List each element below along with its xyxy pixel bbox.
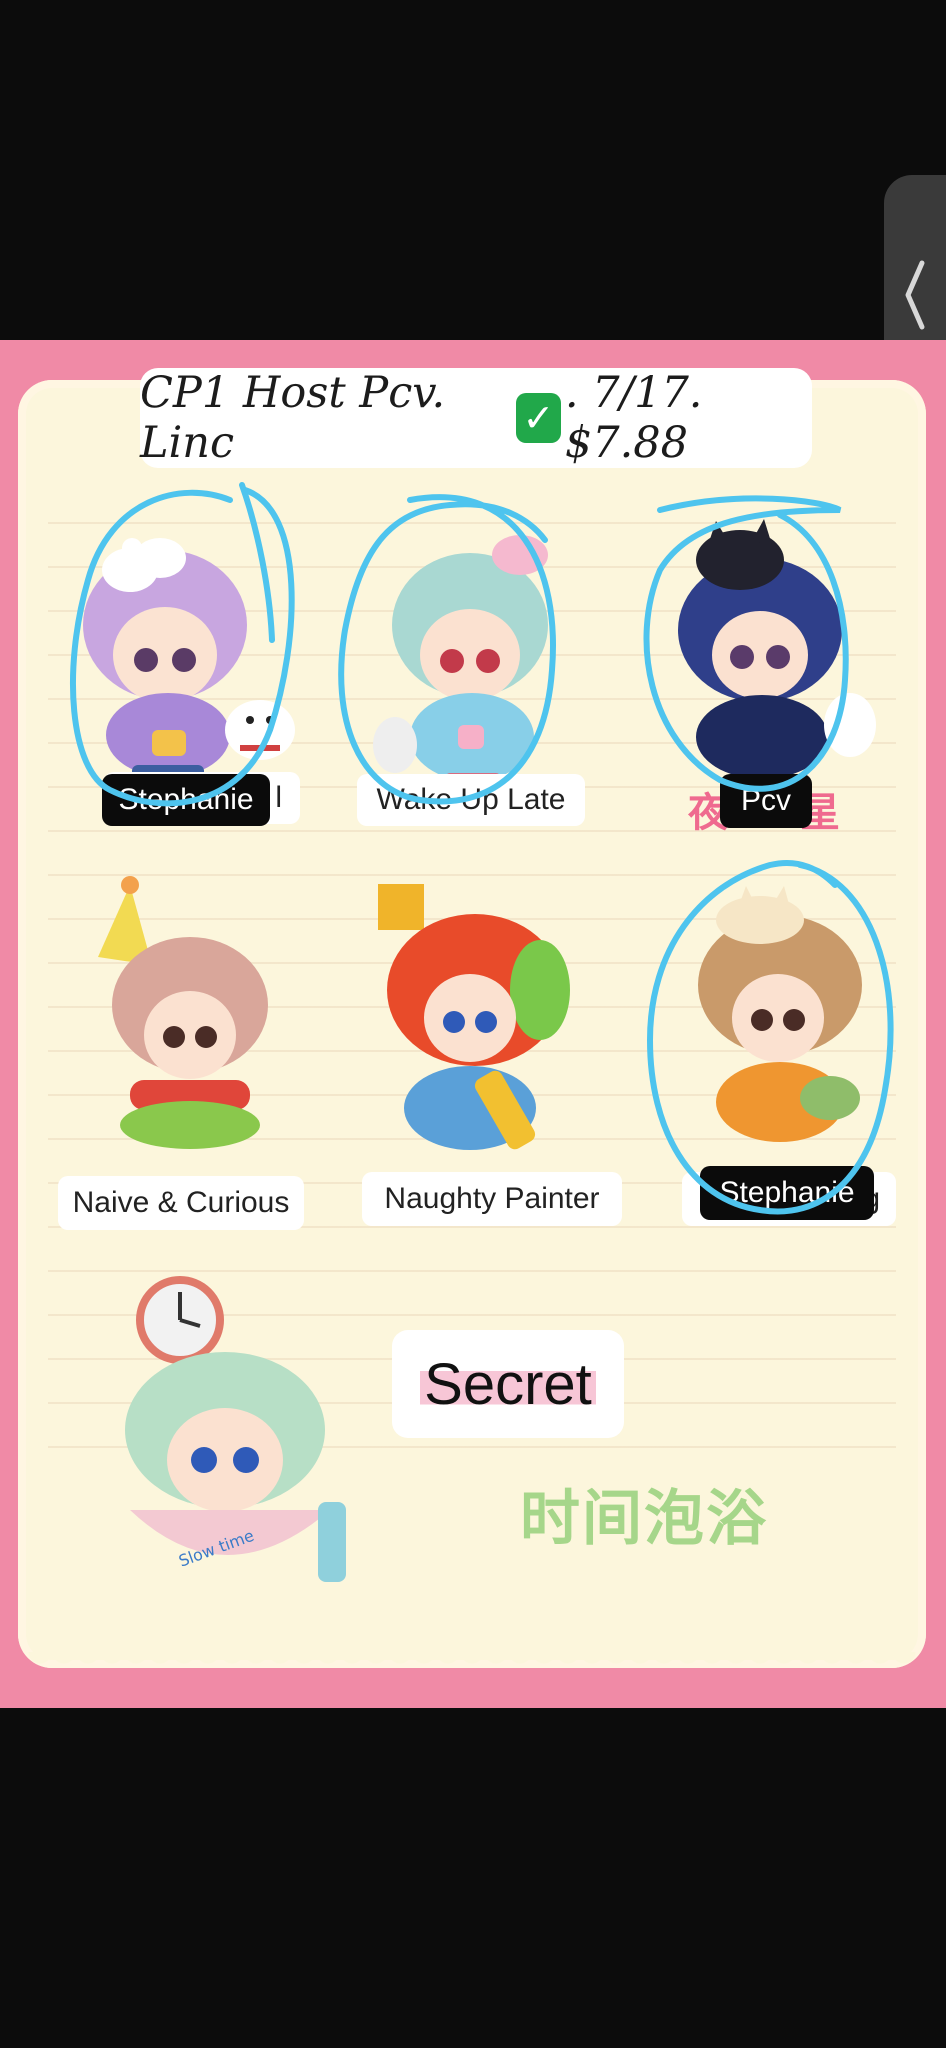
label-item-1-text: l: [275, 781, 282, 814]
top-black-bar: [0, 0, 946, 340]
bottom-black-bar: [0, 1708, 946, 2048]
figure-navy-cat: [678, 519, 876, 779]
label-naive-curious: Naive & Curious: [58, 1176, 304, 1230]
secret-label: Secret: [420, 1350, 596, 1418]
title-prefix: CP1 Host Pcv. Linc: [140, 368, 446, 468]
secret-cn-name: 时间泡浴: [520, 1484, 768, 1554]
secret-label-box: Secret: [392, 1330, 624, 1438]
tag-pcv: Pcv: [720, 774, 812, 828]
label-naughty-painter-text: Naughty Painter: [384, 1182, 600, 1215]
figure-naughty-painter: [378, 884, 570, 1150]
tag-stephanie-1-text: Stephanie: [118, 783, 254, 816]
title-banner: CP1 Host Pcv. Linc ✓ . 7/17. $7.88: [140, 368, 812, 468]
tag-stephanie-1: Stephanie: [102, 774, 270, 826]
label-wake-up-late: Wake Up Late: [357, 774, 585, 826]
figure-orange-bunny: [698, 886, 862, 1142]
figure-secret-bath: Slow time: [125, 1276, 346, 1582]
figure-party-hat: [98, 876, 268, 1149]
tag-stephanie-2-text: Stephanie: [719, 1176, 855, 1209]
figure-purple-dog: [83, 538, 295, 783]
scallop-edge: [28, 1652, 916, 1676]
label-naughty-painter: Naughty Painter: [362, 1172, 622, 1226]
label-wake-up-late-text: Wake Up Late: [376, 783, 566, 816]
tag-pcv-text: Pcv: [740, 784, 791, 817]
blind-box-poster: CP1 Host Pcv. Linc ✓ . 7/17. $7.88 Slow …: [0, 340, 946, 1708]
figure-mint-wake-up-late: [373, 535, 548, 789]
chevron-left-icon: [905, 260, 925, 330]
tag-stephanie-2: Stephanie: [700, 1166, 874, 1220]
title-suffix: . 7/17. $7.88: [564, 368, 703, 468]
label-naive-curious-text: Naive & Curious: [72, 1186, 290, 1219]
check-box-icon: ✓: [515, 393, 561, 443]
